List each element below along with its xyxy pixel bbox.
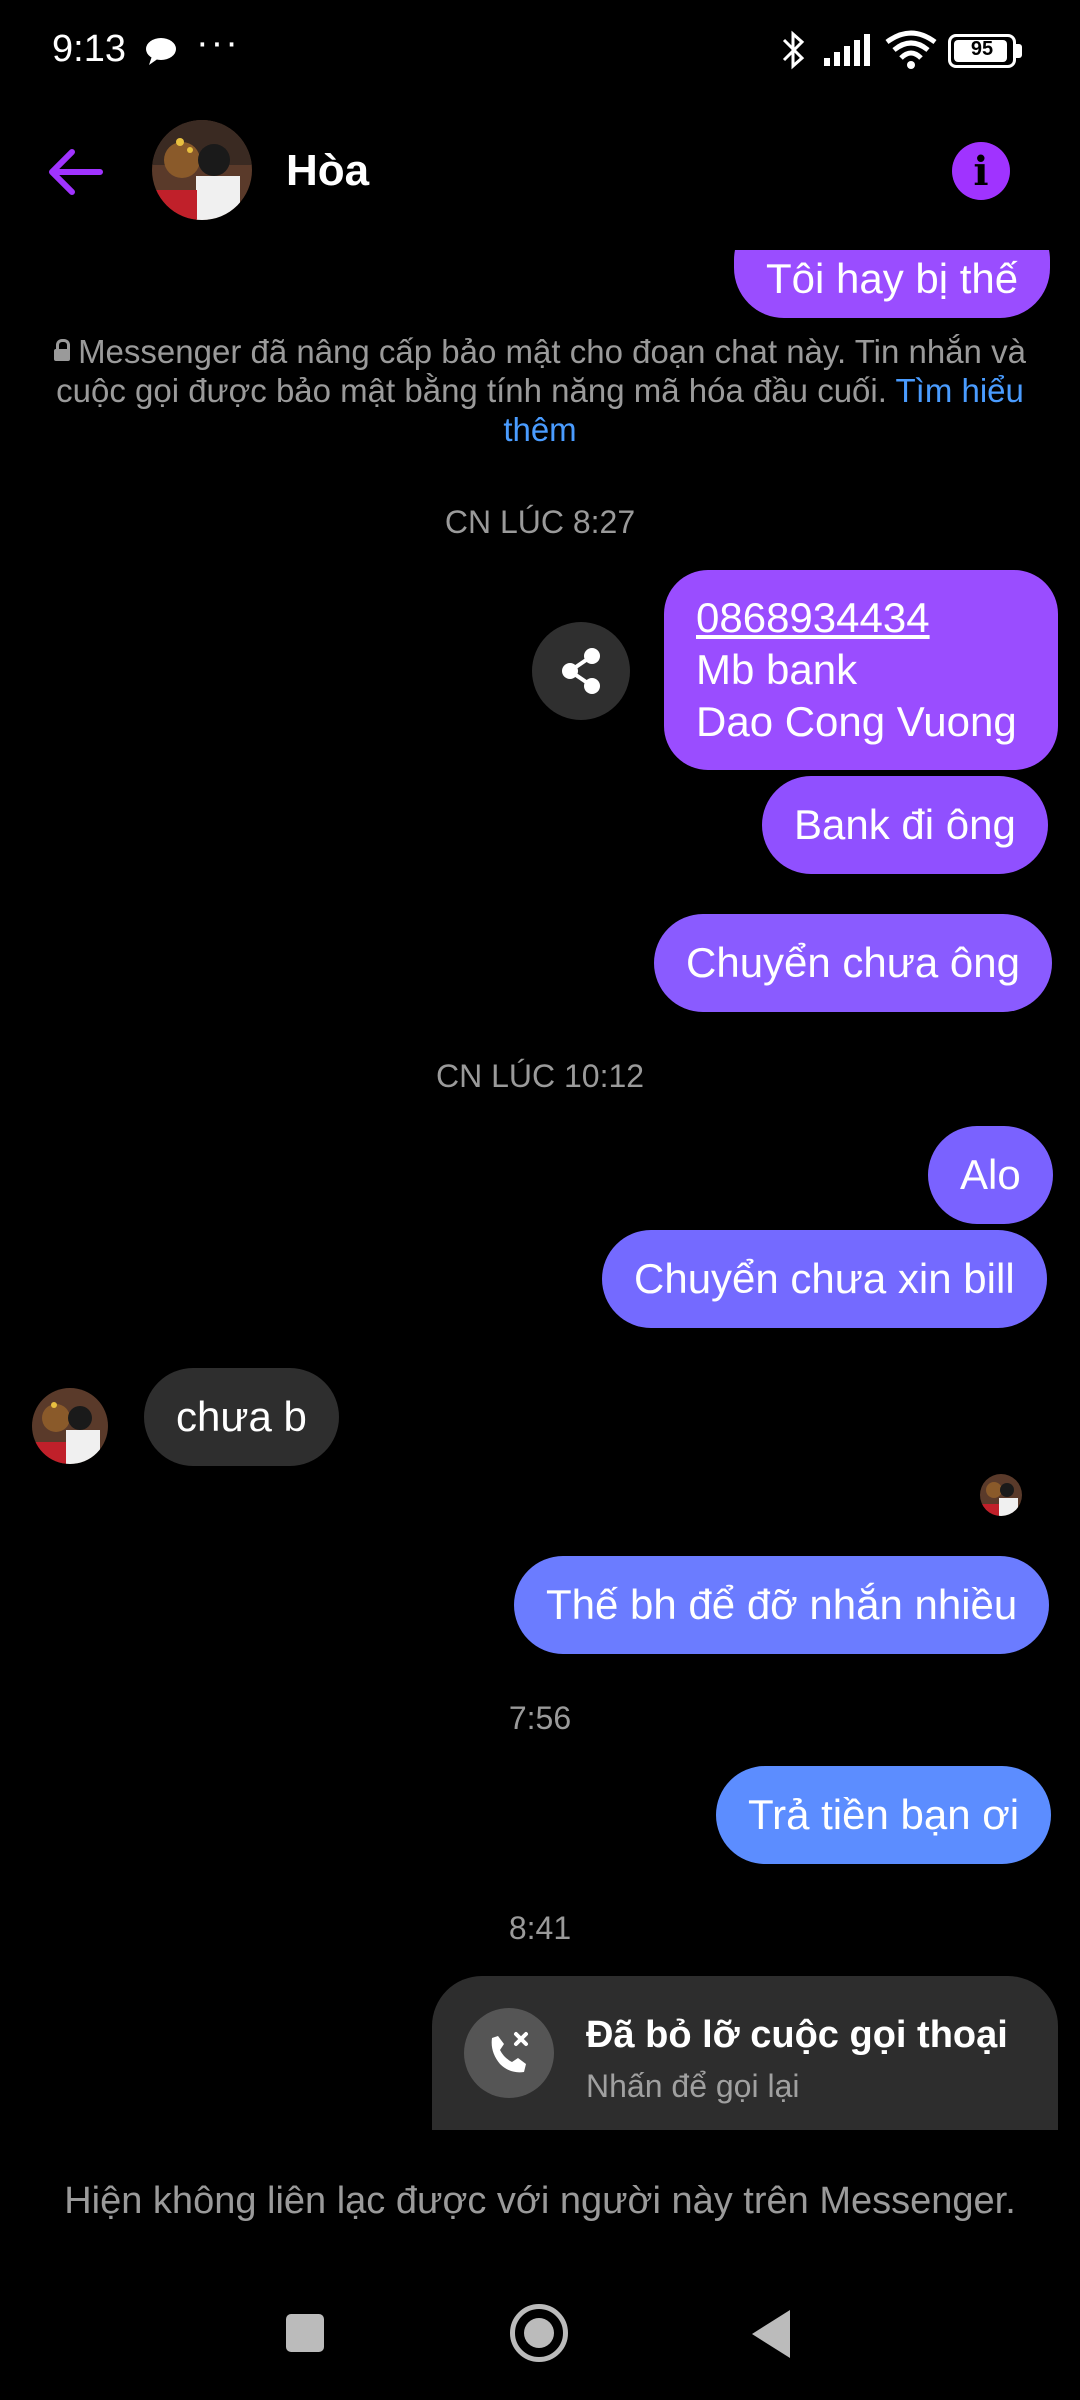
status-bar: 9:13 ··· 95 <box>0 0 1080 100</box>
outgoing-message-bank-info[interactable]: 0868934434 Mb bank Dao Cong Vuong <box>664 570 1058 770</box>
incoming-message[interactable]: chưa b <box>144 1368 339 1466</box>
message-text: Chuyển chưa xin bill <box>634 1255 1015 1302</box>
info-icon[interactable]: i <box>952 142 1010 200</box>
outgoing-message[interactable]: Tôi hay bị thế <box>734 250 1051 318</box>
share-icon <box>562 648 600 694</box>
phone-number-link[interactable]: 0868934434 <box>696 592 1026 644</box>
timestamp-separator: 8:41 <box>508 1910 572 1946</box>
outgoing-message[interactable]: Trả tiền bạn ơi <box>716 1766 1052 1864</box>
status-time: 9:13 <box>52 28 126 70</box>
contact-avatar[interactable] <box>152 120 252 220</box>
outgoing-message[interactable]: Chuyển chưa xin bill <box>602 1230 1047 1328</box>
account-holder: Dao Cong Vuong <box>696 698 1017 745</box>
message-text: Trả tiền bạn ơi <box>748 1791 1020 1838</box>
missed-call-card[interactable]: Đã bỏ lỡ cuộc gọi thoại Nhấn để gọi lại <box>432 1976 1058 2130</box>
missed-call-title: Đã bỏ lỡ cuộc gọi thoại <box>586 2014 1008 2056</box>
message-text: Alo <box>960 1151 1021 1198</box>
lock-icon <box>54 339 71 363</box>
timestamp-separator: CN LÚC 8:27 <box>444 504 636 540</box>
home-icon[interactable] <box>510 2304 568 2362</box>
outgoing-message[interactable]: Thế bh để đỡ nhắn nhiều <box>514 1556 1050 1654</box>
bluetooth-icon <box>782 30 805 70</box>
more-notifications: ··· <box>196 22 240 64</box>
arrow-left-icon[interactable] <box>44 140 108 204</box>
wifi-icon <box>885 30 937 69</box>
timestamp-separator: CN LÚC 10:12 <box>435 1058 645 1094</box>
encryption-notice-text: Messenger đã nâng cấp bảo mật cho đoạn c… <box>56 333 1026 409</box>
contact-avatar-small[interactable] <box>32 1388 108 1464</box>
unavailable-notice: Hiện không liên lạc được với người này t… <box>64 2180 1016 2222</box>
conversation-header: Hòa i <box>0 100 1080 250</box>
missed-call-subtitle: Nhấn để gọi lại <box>586 2068 800 2104</box>
encryption-notice: Messenger đã nâng cấp bảo mật cho đoạn c… <box>40 332 1040 449</box>
system-nav-bar <box>0 2280 1080 2400</box>
share-button[interactable] <box>532 622 630 720</box>
message-text: chưa b <box>176 1393 307 1440</box>
outgoing-message[interactable]: Chuyển chưa ông <box>654 914 1053 1012</box>
message-text: Chuyển chưa ông <box>686 939 1021 986</box>
bank-name: Mb bank <box>696 646 858 693</box>
message-list[interactable]: Tôi hay bị thế Messenger đã nâng cấp bảo… <box>0 250 1080 2130</box>
outgoing-message[interactable]: Alo <box>928 1126 1053 1224</box>
message-text: Thế bh để đỡ nhắn nhiều <box>546 1581 1018 1628</box>
outgoing-message[interactable]: Bank đi ông <box>762 776 1048 874</box>
message-text: Bank đi ông <box>794 801 1016 848</box>
battery-level: 95 <box>970 38 994 60</box>
read-receipt-avatar <box>980 1474 1022 1516</box>
signal-icon <box>824 34 870 66</box>
chat-notification-icon <box>146 38 176 65</box>
back-triangle-icon[interactable] <box>752 2310 790 2358</box>
missed-call-icon <box>464 2008 554 2098</box>
recents-icon[interactable] <box>286 2314 324 2352</box>
battery-icon: 95 <box>948 34 1016 68</box>
contact-name[interactable]: Hòa <box>286 146 369 196</box>
timestamp-separator: 7:56 <box>508 1700 572 1736</box>
message-text: Tôi hay bị thế <box>766 255 1019 302</box>
battery-tip <box>1016 44 1022 58</box>
